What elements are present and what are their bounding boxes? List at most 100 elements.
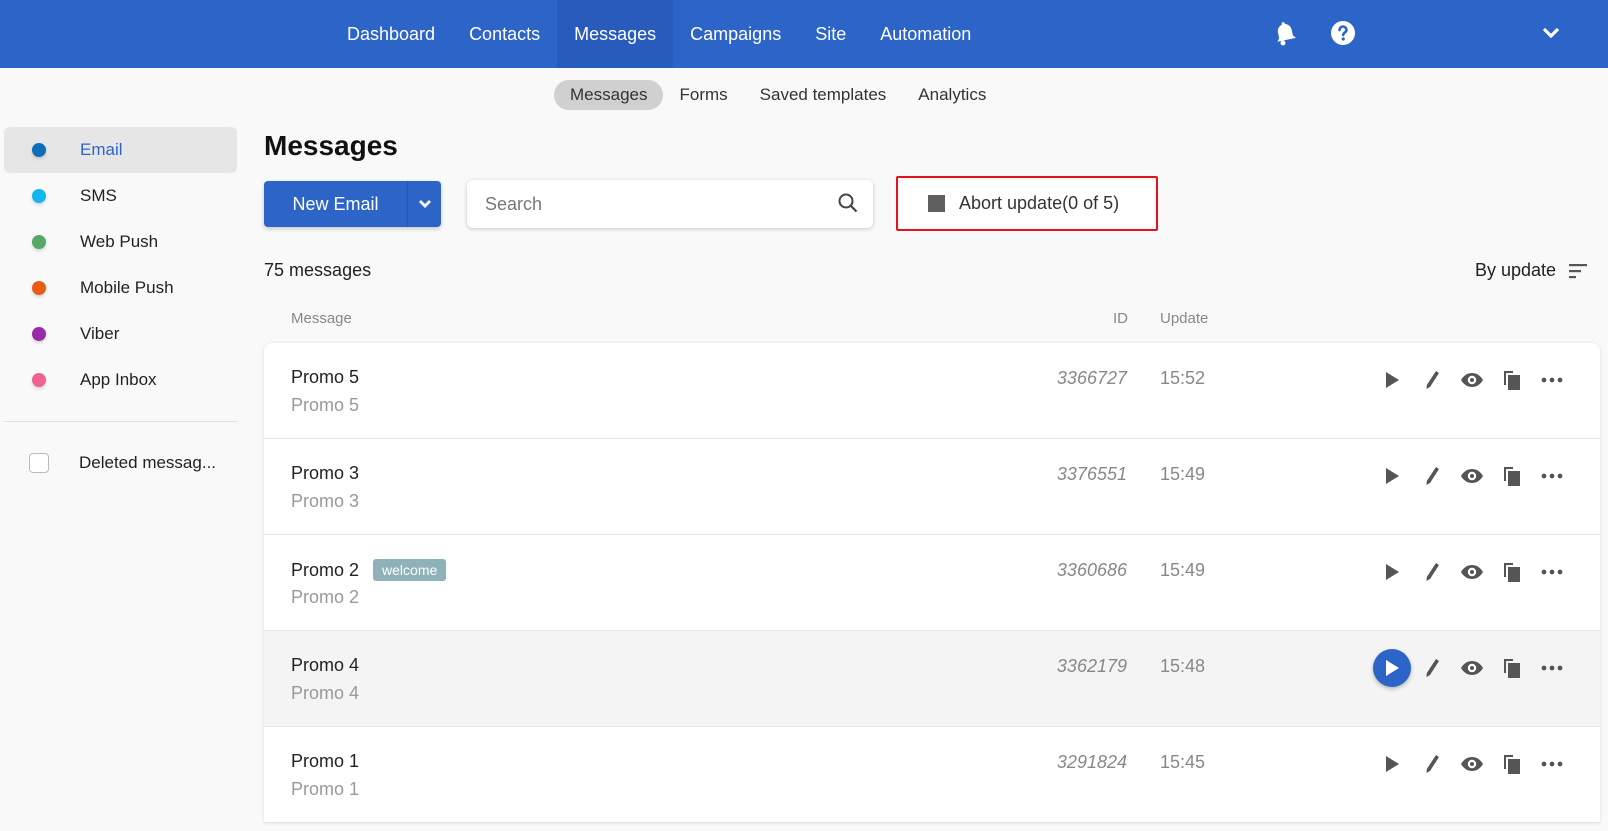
- preview-button[interactable]: [1452, 555, 1492, 589]
- nav-campaigns[interactable]: Campaigns: [673, 0, 798, 68]
- message-update-time: 15:48: [1160, 656, 1206, 676]
- account-menu-chevron-icon[interactable]: [1536, 18, 1566, 48]
- message-row[interactable]: Promo 2 welcome Promo 2 3360686 15:49: [264, 535, 1600, 631]
- nav-site[interactable]: Site: [798, 0, 863, 68]
- message-tag: welcome: [373, 559, 447, 581]
- copy-button[interactable]: [1492, 747, 1532, 781]
- edit-button[interactable]: [1412, 555, 1452, 589]
- sidebar-item-label: App Inbox: [80, 370, 157, 389]
- more-dots-icon: [1541, 569, 1563, 575]
- row-actions: [1372, 363, 1572, 397]
- eye-icon: [1461, 661, 1483, 675]
- message-count: 75 messages: [264, 260, 371, 281]
- pencil-icon: [1426, 467, 1439, 485]
- search-icon[interactable]: [837, 192, 859, 219]
- send-button[interactable]: [1372, 555, 1412, 589]
- more-options-button[interactable]: [1532, 651, 1572, 685]
- pencil-icon: [1426, 659, 1439, 677]
- deleted-messages-checkbox[interactable]: [29, 453, 49, 473]
- nav-messages[interactable]: Messages: [557, 0, 674, 68]
- sidebar-item-web-push[interactable]: Web Push: [4, 219, 237, 265]
- send-button[interactable]: [1372, 363, 1412, 397]
- message-row[interactable]: Promo 4 Promo 4 3362179 15:48: [264, 631, 1600, 727]
- send-button[interactable]: [1372, 459, 1412, 493]
- message-name: Promo 1: [291, 751, 360, 771]
- new-email-button[interactable]: New Email: [264, 181, 407, 227]
- abort-update-button[interactable]: Abort update(0 of 5): [900, 180, 1154, 227]
- eye-icon: [1461, 469, 1483, 483]
- message-title: Promo 5: [291, 367, 359, 388]
- play-icon: [1386, 372, 1399, 388]
- send-button[interactable]: [1372, 649, 1412, 687]
- more-options-button[interactable]: [1532, 363, 1572, 397]
- abort-update-highlight: Abort update(0 of 5): [896, 176, 1158, 231]
- edit-button[interactable]: [1412, 363, 1452, 397]
- eye-icon: [1461, 373, 1483, 387]
- row-actions: [1372, 649, 1572, 687]
- more-dots-icon: [1541, 665, 1563, 671]
- copy-icon: [1504, 659, 1520, 678]
- bell-icon[interactable]: [1270, 18, 1300, 48]
- sidebar-item-label: SMS: [80, 186, 117, 205]
- sub-navigation: Messages Forms Saved templates Analytics: [554, 80, 1002, 110]
- message-row[interactable]: Promo 5 Promo 5 3366727 15:52: [264, 343, 1600, 439]
- mobile-push-dot-icon: [32, 281, 46, 295]
- viber-dot-icon: [32, 327, 46, 341]
- search-box: [467, 180, 873, 228]
- preview-button[interactable]: [1452, 651, 1492, 685]
- message-subject: Promo 5: [291, 395, 360, 415]
- play-icon: [1386, 468, 1399, 484]
- message-update-time: 15:52: [1160, 368, 1206, 388]
- stop-icon: [928, 195, 945, 212]
- deleted-messages-toggle[interactable]: Deleted messag...: [4, 440, 237, 486]
- nav-contacts[interactable]: Contacts: [452, 0, 557, 68]
- edit-button[interactable]: [1412, 459, 1452, 493]
- edit-button[interactable]: [1412, 651, 1452, 685]
- help-icon[interactable]: [1328, 18, 1358, 48]
- sidebar-item-sms[interactable]: SMS: [4, 173, 237, 219]
- nav-automation[interactable]: Automation: [863, 0, 988, 68]
- chevron-down-icon: [418, 200, 431, 208]
- sidebar-item-app-inbox[interactable]: App Inbox: [4, 357, 237, 403]
- message-row[interactable]: Promo 3 Promo 3 3376551 15:49: [264, 439, 1600, 535]
- subnav-saved-templates[interactable]: Saved templates: [744, 80, 903, 110]
- message-count-number: 75: [264, 260, 285, 280]
- subnav-forms[interactable]: Forms: [663, 80, 743, 110]
- more-options-button[interactable]: [1532, 747, 1572, 781]
- sidebar-divider: [4, 421, 237, 422]
- row-actions: [1372, 747, 1572, 781]
- play-icon: [1386, 756, 1399, 772]
- sort-control[interactable]: By update: [1475, 260, 1588, 281]
- copy-button[interactable]: [1492, 555, 1532, 589]
- preview-button[interactable]: [1452, 747, 1492, 781]
- sidebar-item-mobile-push[interactable]: Mobile Push: [4, 265, 237, 311]
- deleted-messages-label: Deleted messag...: [79, 453, 217, 472]
- nav-dashboard[interactable]: Dashboard: [330, 0, 452, 68]
- send-button[interactable]: [1372, 747, 1412, 781]
- preview-button[interactable]: [1452, 459, 1492, 493]
- copy-button[interactable]: [1492, 459, 1532, 493]
- message-id: 3366727: [1056, 368, 1127, 388]
- copy-button[interactable]: [1492, 651, 1532, 685]
- subnav-analytics[interactable]: Analytics: [902, 80, 1002, 110]
- message-update-time: 15:49: [1160, 464, 1206, 484]
- subnav-messages[interactable]: Messages: [554, 80, 664, 110]
- column-header-message: Message: [291, 310, 352, 327]
- sidebar-item-viber[interactable]: Viber: [4, 311, 237, 357]
- edit-button[interactable]: [1412, 747, 1452, 781]
- more-options-button[interactable]: [1532, 459, 1572, 493]
- search-input[interactable]: [467, 193, 827, 215]
- copy-button[interactable]: [1492, 363, 1532, 397]
- message-row[interactable]: Promo 1 Promo 1 3291824 15:45: [264, 727, 1600, 823]
- message-title: Promo 3: [291, 463, 359, 484]
- sidebar-item-email[interactable]: Email: [4, 127, 237, 173]
- preview-button[interactable]: [1452, 363, 1492, 397]
- more-dots-icon: [1541, 761, 1563, 767]
- main-nav: Dashboard Contacts Messages Campaigns Si…: [330, 0, 988, 68]
- new-email-dropdown-button[interactable]: [407, 181, 441, 227]
- more-options-button[interactable]: [1532, 555, 1572, 589]
- message-id: 3362179: [1056, 656, 1127, 676]
- column-header-update: Update: [1160, 310, 1209, 327]
- row-actions: [1372, 555, 1572, 589]
- sort-icon: [1569, 263, 1587, 278]
